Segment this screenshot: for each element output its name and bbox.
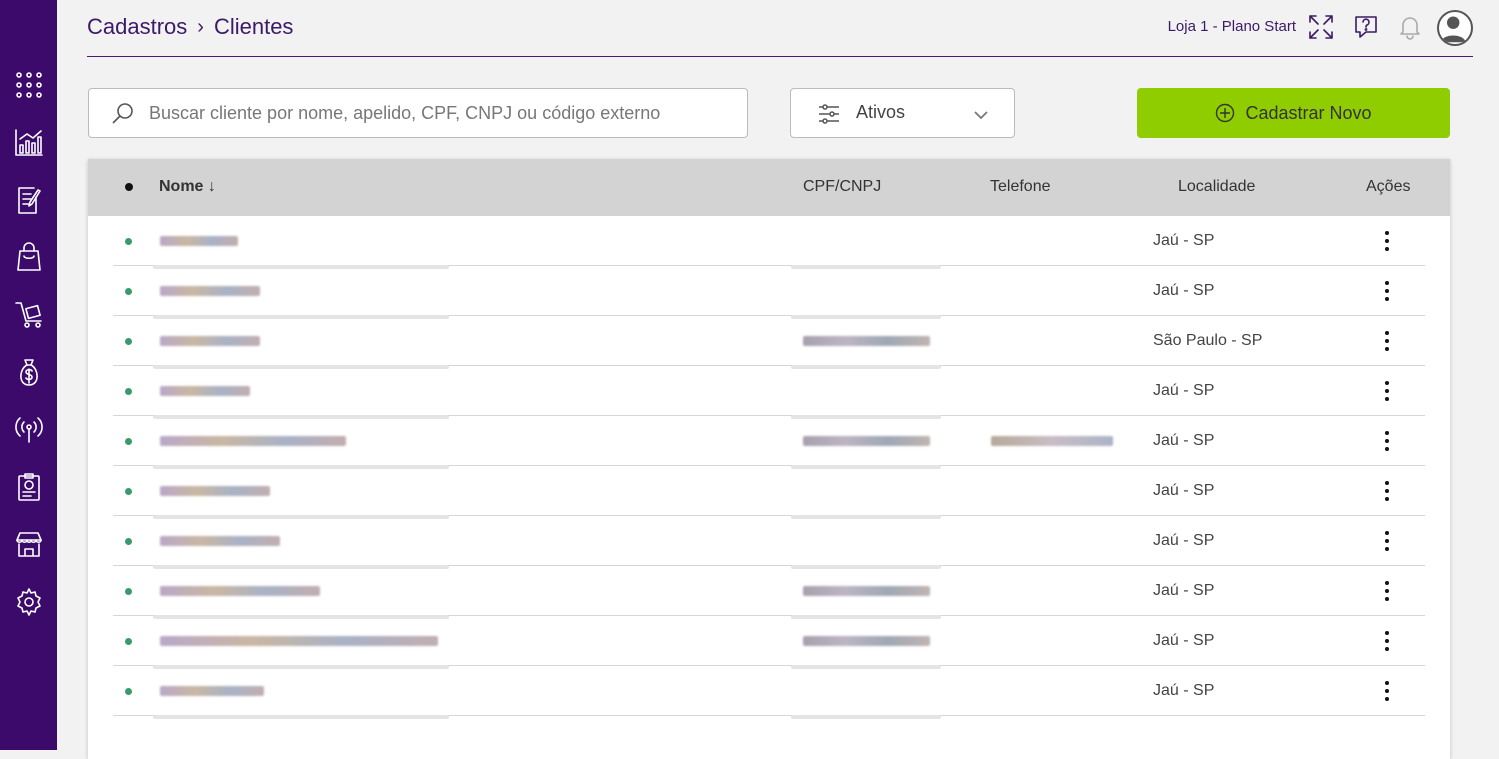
breadcrumb-cadastros[interactable]: Cadastros <box>87 14 187 40</box>
row-actions-kebab-icon[interactable] <box>1375 629 1399 653</box>
client-name-redacted <box>160 536 280 546</box>
active-status-dot <box>125 538 132 545</box>
plus-circle-icon <box>1216 103 1235 123</box>
search-input[interactable] <box>149 89 739 137</box>
column-header-name[interactable]: Nome ↓ <box>159 178 216 196</box>
client-location: Jaú - SP <box>1153 432 1215 449</box>
report-icon[interactable] <box>0 465 57 509</box>
client-location: Jaú - SP <box>1153 482 1215 499</box>
client-doc-redacted <box>803 586 930 596</box>
client-location: Jaú - SP <box>1153 682 1215 699</box>
column-header-location: Localidade <box>1178 178 1256 195</box>
shopping-bag-icon[interactable] <box>0 235 57 279</box>
table-row[interactable]: Jaú - SP <box>113 616 1425 669</box>
table-row[interactable]: Jaú - SP <box>113 216 1425 269</box>
active-status-dot <box>125 588 132 595</box>
client-doc-redacted <box>803 336 930 346</box>
status-filter-select[interactable]: Ativos <box>790 88 1015 138</box>
active-status-dot <box>125 638 132 645</box>
client-name-redacted <box>160 586 320 596</box>
table-row[interactable]: Jaú - SP <box>113 416 1425 469</box>
client-name-redacted <box>160 436 346 446</box>
row-actions-kebab-icon[interactable] <box>1375 479 1399 503</box>
client-location: Jaú - SP <box>1153 582 1215 599</box>
broadcast-icon[interactable] <box>0 407 57 451</box>
chevron-down-icon <box>974 111 988 120</box>
client-location: Jaú - SP <box>1153 532 1215 549</box>
avatar[interactable] <box>1437 10 1473 46</box>
chevron-right-icon: › <box>197 15 204 38</box>
client-location: Jaú - SP <box>1153 232 1215 249</box>
row-actions-kebab-icon[interactable] <box>1375 529 1399 553</box>
apps-grid-icon[interactable] <box>0 63 57 107</box>
breadcrumb-clientes: Clientes <box>213 14 294 39</box>
row-actions-kebab-icon[interactable] <box>1375 329 1399 353</box>
active-status-dot <box>125 338 132 345</box>
client-location: São Paulo - SP <box>1153 332 1263 349</box>
client-name-redacted <box>160 636 438 646</box>
row-actions-kebab-icon[interactable] <box>1375 679 1399 703</box>
money-bag-icon[interactable] <box>0 350 57 394</box>
client-name-redacted <box>160 336 260 346</box>
chart-icon[interactable] <box>0 120 57 164</box>
main-area: Cadastros › Clientes Loja 1 - Plano Star… <box>57 0 1482 759</box>
active-status-dot <box>125 438 132 445</box>
active-status-dot <box>125 288 132 295</box>
filter-selected-value: Ativos <box>856 102 906 122</box>
active-status-dot <box>125 688 132 695</box>
client-doc-redacted <box>803 436 930 446</box>
row-actions-kebab-icon[interactable] <box>1375 429 1399 453</box>
breadcrumb: Cadastros › Clientes <box>87 14 293 40</box>
add-client-label: Cadastrar Novo <box>1245 102 1372 123</box>
client-name-redacted <box>160 486 270 496</box>
client-location: Jaú - SP <box>1153 382 1215 399</box>
active-status-dot <box>125 388 132 395</box>
client-location: Jaú - SP <box>1153 632 1215 649</box>
table-row[interactable]: Jaú - SP <box>113 516 1425 569</box>
topbar: Cadastros › Clientes Loja 1 - Plano Star… <box>87 0 1473 57</box>
client-doc-redacted <box>803 636 930 646</box>
active-status-dot <box>125 488 132 495</box>
clients-table: Nome ↓ CPF/CNPJ Telefone Localidade Açõe… <box>88 159 1450 759</box>
client-location: Jaú - SP <box>1153 282 1215 299</box>
table-row[interactable]: São Paulo - SP <box>113 316 1425 369</box>
client-phone-redacted <box>991 436 1113 446</box>
help-icon[interactable] <box>1351 12 1381 42</box>
row-actions-kebab-icon[interactable] <box>1375 279 1399 303</box>
bell-icon[interactable] <box>1395 12 1425 42</box>
column-header-actions: Ações <box>1366 178 1411 195</box>
column-header-doc: CPF/CNPJ <box>803 178 882 195</box>
cart-icon[interactable] <box>0 292 57 336</box>
client-name-redacted <box>160 236 238 246</box>
table-header: Nome ↓ CPF/CNPJ Telefone Localidade Açõe… <box>88 159 1450 216</box>
row-actions-kebab-icon[interactable] <box>1375 379 1399 403</box>
table-row[interactable]: Jaú - SP <box>113 366 1425 419</box>
add-client-button[interactable]: Cadastrar Novo <box>1137 88 1450 138</box>
table-row[interactable]: Jaú - SP <box>113 466 1425 519</box>
store-icon[interactable] <box>0 522 57 566</box>
doc-underline <box>791 715 941 719</box>
search-box <box>88 88 748 138</box>
gear-icon[interactable] <box>0 580 57 624</box>
document-edit-icon[interactable] <box>0 178 57 222</box>
filter-sliders-icon <box>819 104 839 124</box>
sidebar <box>0 0 57 750</box>
name-underline <box>153 715 449 719</box>
column-header-phone: Telefone <box>990 178 1051 195</box>
store-plan-label[interactable]: Loja 1 - Plano Start <box>1168 18 1296 35</box>
table-row[interactable]: Jaú - SP <box>113 666 1425 719</box>
search-icon <box>112 103 133 124</box>
client-name-redacted <box>160 386 250 396</box>
fullscreen-icon[interactable] <box>1306 12 1336 42</box>
row-actions-kebab-icon[interactable] <box>1375 579 1399 603</box>
row-actions-kebab-icon[interactable] <box>1375 229 1399 253</box>
table-row[interactable]: Jaú - SP <box>113 266 1425 319</box>
active-status-dot <box>125 238 132 245</box>
status-column-dot <box>125 183 133 191</box>
client-name-redacted <box>160 686 264 696</box>
client-name-redacted <box>160 286 260 296</box>
table-row[interactable]: Jaú - SP <box>113 566 1425 619</box>
